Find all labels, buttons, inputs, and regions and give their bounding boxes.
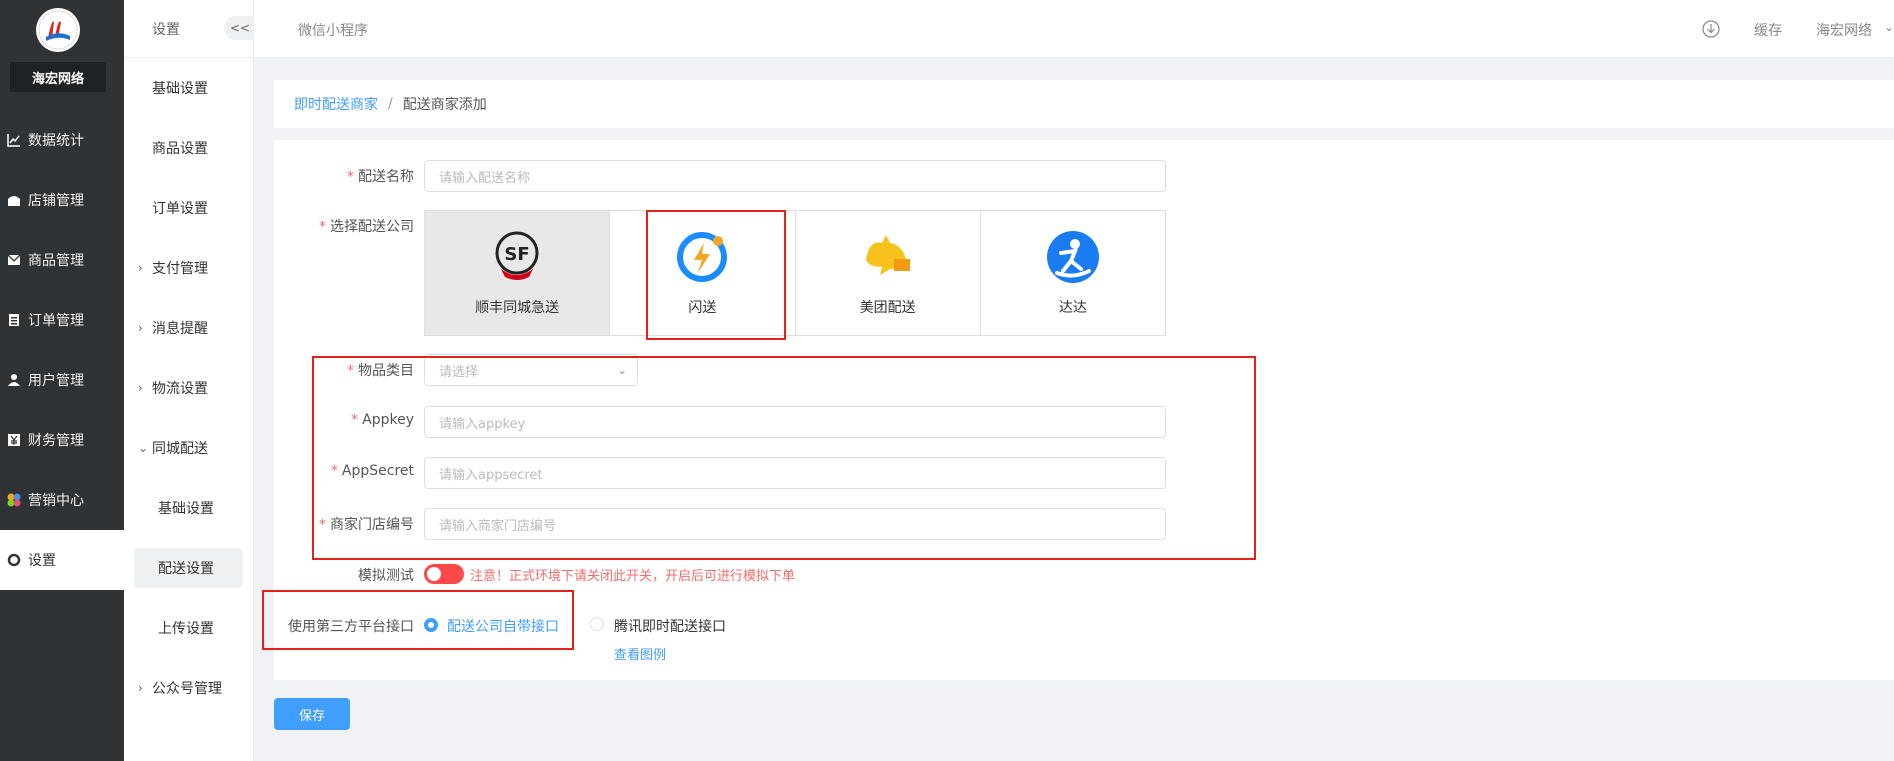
sim-label: 模拟测试 bbox=[358, 568, 414, 584]
company-name: 达达 bbox=[1058, 300, 1087, 316]
submenu-item-goods[interactable]: 商品设置 bbox=[124, 118, 253, 178]
submenu-item-label: 支付管理 bbox=[152, 261, 208, 277]
submenu-item-label: 基础设置 bbox=[152, 81, 208, 97]
save-button[interactable]: 保存 bbox=[274, 698, 350, 730]
sidebar-item-users[interactable]: 用户管理 bbox=[0, 350, 124, 410]
svg-text:SF: SF bbox=[504, 244, 529, 265]
company-option-dada[interactable]: 达达 bbox=[981, 211, 1165, 335]
submenu-item-basic[interactable]: 基础设置 bbox=[124, 58, 253, 118]
sidebar-item-store[interactable]: 店铺管理 bbox=[0, 170, 124, 230]
submenu-item-delivery-settings[interactable]: 配送设置 bbox=[134, 548, 243, 588]
chevron-right-icon: › bbox=[138, 381, 143, 395]
submenu-item-upload[interactable]: 上传设置 bbox=[124, 598, 253, 658]
main-sidebar: 海宏网络 数据统计 店铺管理 商品管理 订单管理 用户管理 财务管理 营销中心 bbox=[0, 0, 124, 761]
settings-submenu: 设置 << 基础设置 商品设置 订单设置 › 支付管理 › 消息提醒 › 物流设置 ⌄… bbox=[124, 0, 256, 761]
company-name: 顺丰同城急送 bbox=[475, 300, 560, 316]
breadcrumb-current: 配送商家添加 bbox=[402, 97, 487, 113]
submenu-item-label: 物流设置 bbox=[152, 381, 208, 397]
brand-logo-icon bbox=[36, 8, 80, 52]
app-title: 微信小程序 bbox=[298, 23, 368, 39]
highlight-box-shansong bbox=[646, 210, 786, 340]
sidebar-item-label: 订单管理 bbox=[28, 313, 84, 329]
sidebar-menu: 数据统计 店铺管理 商品管理 订单管理 用户管理 财务管理 营销中心 设置 bbox=[0, 110, 124, 590]
sf-logo-icon: SF bbox=[495, 231, 539, 280]
store-icon bbox=[6, 192, 22, 208]
chevron-right-icon: › bbox=[138, 321, 143, 335]
breadcrumb-separator: / bbox=[388, 96, 393, 112]
submenu-item-messages[interactable]: › 消息提醒 bbox=[124, 298, 253, 358]
submenu-item-payment[interactable]: › 支付管理 bbox=[124, 238, 253, 298]
runner-logo-icon bbox=[1046, 231, 1099, 283]
breadcrumb: 即时配送商家 / 配送商家添加 bbox=[274, 80, 1894, 128]
sidebar-item-label: 营销中心 bbox=[28, 493, 84, 509]
marketing-icon bbox=[6, 492, 22, 508]
company-selector: SF 顺丰同城急送 闪送 美团配送 达达 bbox=[424, 210, 1166, 336]
company-option-meituan[interactable]: 美团配送 bbox=[796, 211, 981, 335]
radio-tencent-api[interactable] bbox=[590, 617, 604, 631]
user-menu[interactable]: 海宏网络 bbox=[1816, 20, 1872, 40]
sidebar-item-settings[interactable]: 设置 bbox=[0, 530, 124, 590]
brand-name: 海宏网络 bbox=[10, 62, 106, 92]
submenu-item-local-delivery[interactable]: ⌄ 同城配送 bbox=[124, 418, 253, 478]
radio-tencent-api-label[interactable]: 腾讯即时配送接口 bbox=[614, 616, 726, 636]
mail-icon bbox=[6, 252, 22, 268]
name-label: * 配送名称 bbox=[347, 169, 414, 185]
sidebar-item-label: 用户管理 bbox=[28, 373, 84, 389]
sidebar-item-label: 商品管理 bbox=[28, 253, 84, 269]
sidebar-item-orders[interactable]: 订单管理 bbox=[0, 290, 124, 350]
submenu-item-label: 基础设置 bbox=[158, 501, 214, 517]
sim-toggle[interactable] bbox=[424, 564, 464, 584]
submenu-item-official-account[interactable]: › 公众号管理 bbox=[124, 658, 253, 718]
submenu-item-label: 公众号管理 bbox=[152, 681, 222, 697]
toggle-knob bbox=[427, 567, 441, 581]
submenu-item-label: 同城配送 bbox=[152, 441, 208, 457]
company-name: 美团配送 bbox=[859, 300, 916, 316]
breadcrumb-parent-link[interactable]: 即时配送商家 bbox=[294, 94, 378, 114]
sidebar-item-goods[interactable]: 商品管理 bbox=[0, 230, 124, 290]
chevron-down-icon: ⌄ bbox=[138, 441, 149, 455]
submenu-item-label: 商品设置 bbox=[152, 141, 208, 157]
submenu-item-label: 配送设置 bbox=[158, 561, 214, 577]
submenu-item-local-basic[interactable]: 基础设置 bbox=[124, 478, 253, 538]
company-label: * 选择配送公司 bbox=[319, 219, 414, 235]
top-header: 微信小程序 缓存 海宏网络 ⌄ bbox=[254, 0, 1894, 58]
collapse-button[interactable]: << bbox=[224, 16, 256, 40]
user-icon bbox=[6, 372, 22, 388]
clipboard-icon bbox=[6, 312, 22, 328]
yen-icon bbox=[6, 432, 22, 448]
sidebar-item-label: 店铺管理 bbox=[28, 193, 84, 209]
submenu-item-label: 上传设置 bbox=[158, 621, 214, 637]
sidebar-item-marketing[interactable]: 营销中心 bbox=[0, 470, 124, 530]
highlight-box-credentials bbox=[312, 356, 1256, 560]
submenu-item-label: 订单设置 bbox=[152, 201, 208, 217]
sidebar-item-label: 设置 bbox=[28, 553, 56, 569]
submenu-item-label: 消息提醒 bbox=[152, 321, 208, 337]
sim-warning: 注意！正式环境下请关闭此开关，开启后可进行模拟下单 bbox=[470, 569, 796, 584]
line-chart-icon bbox=[6, 132, 22, 148]
sidebar-item-label: 财务管理 bbox=[28, 433, 84, 449]
submenu-item-logistics[interactable]: › 物流设置 bbox=[124, 358, 253, 418]
highlight-box-third-party bbox=[262, 590, 574, 650]
view-example-link[interactable]: 查看图例 bbox=[614, 644, 666, 663]
sidebar-item-label: 数据统计 bbox=[28, 133, 84, 149]
download-icon[interactable] bbox=[1702, 20, 1720, 38]
name-input[interactable]: 请输入配送名称 bbox=[424, 160, 1166, 192]
sidebar-item-stats[interactable]: 数据统计 bbox=[0, 110, 124, 170]
submenu-item-orders[interactable]: 订单设置 bbox=[124, 178, 253, 238]
chevron-right-icon: › bbox=[138, 681, 143, 695]
kangaroo-logo-icon bbox=[865, 235, 910, 275]
cache-button[interactable]: 缓存 bbox=[1754, 20, 1782, 40]
chevron-down-icon[interactable]: ⌄ bbox=[1884, 20, 1894, 34]
chevron-right-icon: › bbox=[138, 261, 143, 275]
gear-icon bbox=[6, 552, 22, 568]
sidebar-item-finance[interactable]: 财务管理 bbox=[0, 410, 124, 470]
company-option-sf[interactable]: SF 顺丰同城急送 bbox=[425, 211, 611, 335]
